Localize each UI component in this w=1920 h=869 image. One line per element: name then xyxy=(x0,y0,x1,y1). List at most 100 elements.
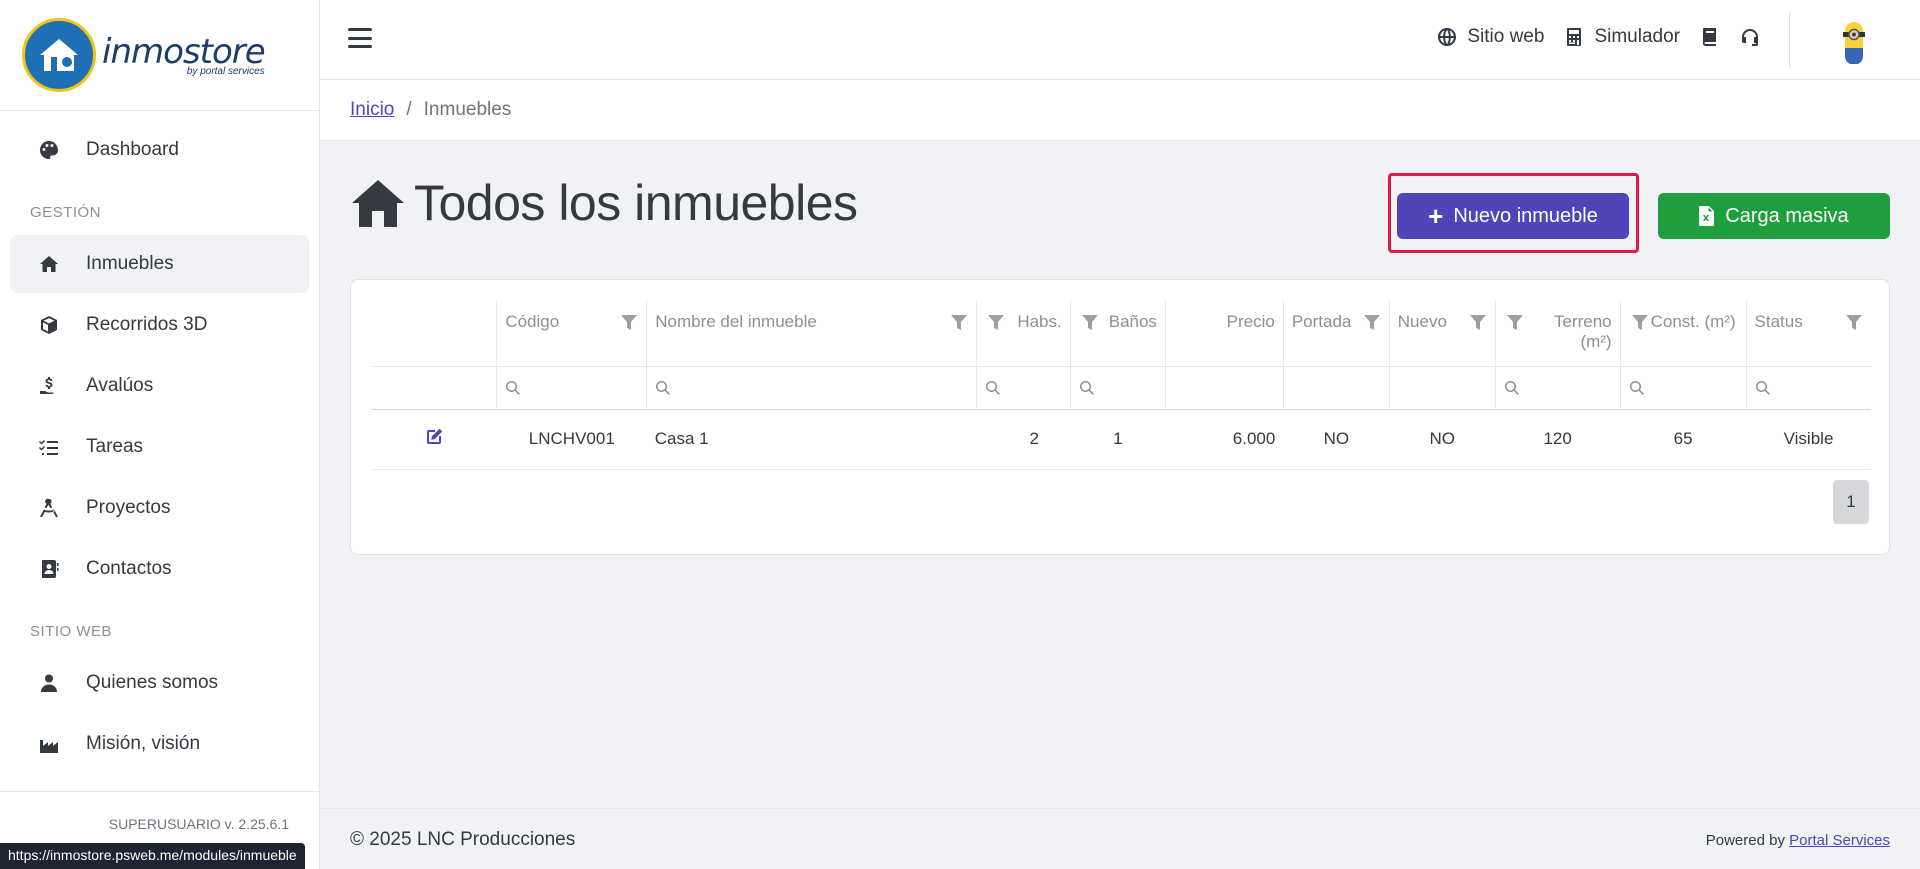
cell-banos: 1 xyxy=(1070,409,1166,470)
filter-icon[interactable] xyxy=(1845,314,1863,332)
inmuebles-table: Código Nombre del inmueble Habs. Baños P… xyxy=(371,300,1871,470)
col-nuevo[interactable]: Nuevo xyxy=(1388,300,1496,367)
col-terreno[interactable]: Terreno (m²) xyxy=(1494,300,1621,367)
menu-toggle-icon[interactable] xyxy=(348,28,372,48)
carga-masiva-button[interactable]: Carga masiva xyxy=(1658,193,1890,239)
col-precio-label: Precio xyxy=(1226,312,1275,331)
col-banos[interactable]: Baños xyxy=(1069,300,1166,367)
page-title: Todos los inmuebles xyxy=(350,174,858,232)
col-actions xyxy=(371,300,497,367)
breadcrumb: Inicio / Inmuebles xyxy=(320,80,1920,141)
sidebar-item-tareas[interactable]: Tareas xyxy=(10,418,309,476)
search-habs[interactable] xyxy=(975,366,1071,410)
sidebar-item-label: Tareas xyxy=(86,436,144,457)
sidebar-item-label: Dashboard xyxy=(86,139,179,160)
edit-icon[interactable] xyxy=(371,409,497,470)
brand-tagline: by portal services xyxy=(186,65,265,77)
col-terreno-label: Terreno xyxy=(1553,312,1612,331)
section-sitio-web: SITIO WEB xyxy=(30,623,113,640)
palette-icon xyxy=(38,139,60,161)
filter-icon[interactable] xyxy=(1363,314,1381,332)
compass-drafting-icon xyxy=(38,497,60,519)
cell-precio: 6.000 xyxy=(1165,409,1284,470)
cell-terreno: 120 xyxy=(1495,409,1621,470)
filter-icon[interactable] xyxy=(1469,314,1487,332)
filter-icon[interactable] xyxy=(1081,314,1099,332)
simulador-link[interactable]: Simulador xyxy=(1564,26,1680,48)
new-inmueble-label: Nuevo inmueble xyxy=(1453,204,1598,227)
new-inmueble-button[interactable]: + Nuevo inmueble xyxy=(1397,193,1629,239)
table-row[interactable]: LNCHV001 Casa 1 2 1 6.000 NO NO 120 65 V… xyxy=(371,409,1871,470)
sidebar-item-quienes-somos[interactable]: Quienes somos xyxy=(10,654,309,712)
search-portada xyxy=(1282,366,1390,410)
search-icon xyxy=(656,381,671,395)
search-const[interactable] xyxy=(1619,366,1747,410)
search-terreno[interactable] xyxy=(1494,366,1621,410)
col-terreno-unit: (m²) xyxy=(1580,332,1612,351)
cell-const: 65 xyxy=(1620,409,1747,470)
cell-habs: 2 xyxy=(976,409,1071,470)
cell-nombre: Casa 1 xyxy=(646,409,977,470)
home-icon xyxy=(352,180,404,227)
sidebar-item-inmuebles[interactable]: Inmuebles xyxy=(10,235,309,293)
breadcrumb-separator: / xyxy=(406,99,412,120)
col-status[interactable]: Status xyxy=(1745,300,1871,367)
filter-icon[interactable] xyxy=(1506,314,1524,332)
portal-services-link[interactable]: Portal Services xyxy=(1789,832,1890,849)
address-book-icon xyxy=(38,558,60,580)
section-gestion: GESTIÓN xyxy=(30,204,102,221)
simulador-label: Simulador xyxy=(1594,26,1680,47)
carga-masiva-label: Carga masiva xyxy=(1725,204,1849,227)
search-nombre[interactable] xyxy=(646,366,977,410)
sidebar-item-dashboard[interactable]: Dashboard xyxy=(10,121,309,179)
cell-codigo: LNCHV001 xyxy=(496,409,647,470)
sidebar-item-contactos[interactable]: Contactos xyxy=(10,540,309,598)
cube-icon xyxy=(38,314,60,336)
sidebar-item-recorridos[interactable]: Recorridos 3D xyxy=(10,296,309,354)
inmuebles-card: Código Nombre del inmueble Habs. Baños P… xyxy=(350,279,1890,555)
sidebar-item-avaluos[interactable]: Avalúos xyxy=(10,357,309,415)
cell-nuevo: NO xyxy=(1389,409,1496,470)
col-const[interactable]: Const. (m²) xyxy=(1619,300,1747,367)
filter-icon[interactable] xyxy=(987,314,1005,332)
search-icon xyxy=(1755,381,1770,395)
col-habs[interactable]: Habs. xyxy=(975,300,1071,367)
brand-logo[interactable]: inmostore by portal services xyxy=(0,0,319,111)
search-icon xyxy=(1079,381,1094,395)
powered-prefix: Powered by xyxy=(1705,832,1785,849)
sidebar: inmostore by portal services Dashboard G… xyxy=(0,0,320,869)
filter-icon[interactable] xyxy=(1631,314,1649,332)
headset-icon[interactable] xyxy=(1740,27,1760,47)
search-banos[interactable] xyxy=(1069,366,1166,410)
cell-portada: NO xyxy=(1283,409,1390,470)
book-icon[interactable] xyxy=(1700,27,1720,47)
copyright: © 2025 LNC Producciones xyxy=(350,829,576,850)
status-bar-url: https://inmostore.psweb.me/modules/inmue… xyxy=(0,843,305,869)
sidebar-item-mision-vision[interactable]: Misión, visión xyxy=(10,715,309,773)
sidebar-item-label: Proyectos xyxy=(86,497,171,518)
pagination-page-button[interactable]: 1 xyxy=(1833,480,1869,524)
search-row xyxy=(371,366,1871,410)
search-status[interactable] xyxy=(1745,366,1871,410)
page-title-text: Todos los inmuebles xyxy=(414,175,858,231)
avatar[interactable] xyxy=(1840,18,1868,65)
filter-icon[interactable] xyxy=(620,314,638,332)
breadcrumb-home-link[interactable]: Inicio xyxy=(350,99,394,121)
plus-icon: + xyxy=(1428,201,1444,231)
col-codigo-label: Código xyxy=(505,312,560,331)
sitio-web-link[interactable]: Sitio web xyxy=(1437,26,1544,48)
col-precio[interactable]: Precio xyxy=(1164,300,1284,367)
filter-icon[interactable] xyxy=(950,314,968,332)
logo-house-icon xyxy=(22,18,96,92)
powered-by: Powered by Portal Services xyxy=(1706,832,1890,849)
sidebar-item-label: Contactos xyxy=(86,558,172,579)
sidebar-item-proyectos[interactable]: Proyectos xyxy=(10,479,309,537)
col-portada[interactable]: Portada xyxy=(1282,300,1390,367)
col-status-label: Status xyxy=(1754,312,1803,331)
version-label: SUPERUSUARIO v. 2.25.6.1 xyxy=(108,816,289,832)
col-codigo[interactable]: Código xyxy=(496,300,647,367)
home-icon xyxy=(38,253,60,275)
search-codigo[interactable] xyxy=(496,366,647,410)
col-nombre[interactable]: Nombre del inmueble xyxy=(646,300,977,367)
calculator-icon xyxy=(1567,28,1582,46)
